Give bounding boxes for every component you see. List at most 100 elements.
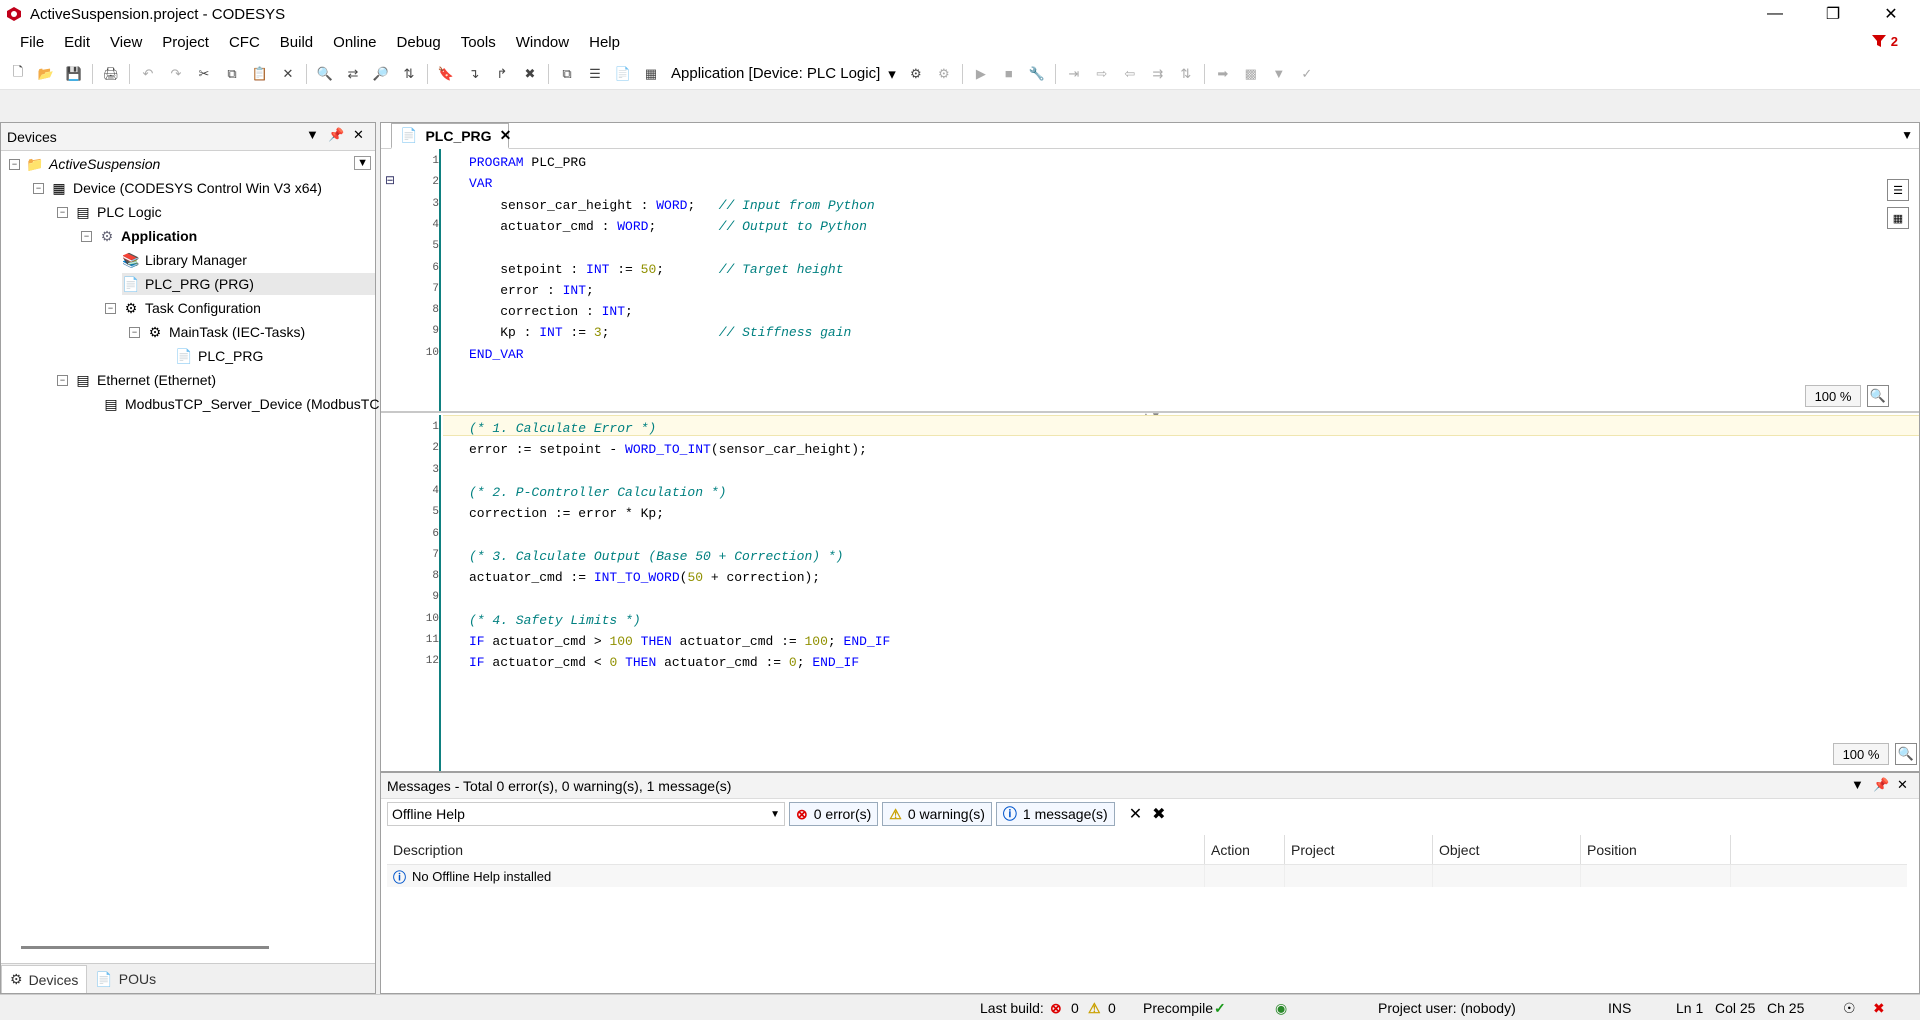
restore-button[interactable]: ❐ [1804, 0, 1862, 28]
run-to-cursor-icon[interactable]: ⇉ [1147, 63, 1169, 85]
menu-build[interactable]: Build [270, 28, 323, 58]
column-object[interactable]: Object [1433, 835, 1581, 864]
project-user-label[interactable]: Project user: (nobody) [1378, 1000, 1516, 1016]
menu-cfc[interactable]: CFC [219, 28, 270, 58]
collapse-icon[interactable]: − [105, 302, 116, 314]
new-file-icon[interactable]: 🗋 [7, 63, 29, 85]
write-values-icon[interactable]: ▩ [1240, 63, 1262, 85]
add-folder-icon[interactable]: ☰ [584, 63, 606, 85]
code-line[interactable]: Kp : INT := 3; // Stiffness gain [469, 322, 851, 343]
menu-online[interactable]: Online [323, 28, 386, 58]
collapse-icon[interactable]: − [81, 230, 92, 242]
tree-node-plc-prg-call[interactable]: 📄 PLC_PRG [175, 345, 263, 367]
declaration-editor[interactable]: ⊟ 1 PROGRAM PLC_PRG 2 VAR 3 sensor_car_heigh… [381, 149, 1919, 413]
previous-bookmark-icon[interactable]: ↱ [491, 63, 513, 85]
code-line[interactable]: PROGRAM PLC_PRG [469, 152, 586, 173]
tab-pous[interactable]: 📄 POUs [87, 965, 164, 993]
tree-node-plc-prg[interactable]: 📄 PLC_PRG (PRG) [122, 273, 375, 295]
next-bookmark-icon[interactable]: ↴ [463, 63, 485, 85]
find-in-project-icon[interactable]: 🔎 [370, 63, 392, 85]
find-icon[interactable]: 🔍 [314, 63, 336, 85]
close-pane-icon[interactable]: ✕ [353, 127, 364, 143]
replace-in-project-icon[interactable]: ⇅ [398, 63, 420, 85]
code-line[interactable]: IF actuator_cmd > 100 THEN actuator_cmd … [469, 631, 890, 652]
menu-tools[interactable]: Tools [451, 28, 506, 58]
add-object-icon[interactable]: ⧉ [556, 63, 578, 85]
menu-debug[interactable]: Debug [387, 28, 451, 58]
column-project[interactable]: Project [1285, 835, 1433, 864]
zoom-icon[interactable]: 🔍 [1867, 385, 1889, 407]
message-category-select[interactable]: Offline Help ▼ [387, 802, 785, 826]
code-line[interactable]: error := setpoint - WORD_TO_INT(sensor_c… [469, 439, 867, 460]
redo-icon[interactable]: ↷ [165, 63, 187, 85]
stop-icon[interactable]: ■ [998, 63, 1020, 85]
close-pane-icon[interactable]: ✕ [1897, 777, 1908, 793]
menu-edit[interactable]: Edit [54, 28, 100, 58]
code-line[interactable]: correction : INT; [469, 301, 633, 322]
shield-icon[interactable]: ☉ [1843, 1000, 1856, 1017]
declaration-zoom[interactable]: 100 % [1805, 385, 1861, 407]
force-values-icon[interactable]: ▼ [1268, 63, 1290, 85]
bookmark-icon[interactable]: 🔖 [435, 63, 457, 85]
tab-list-chevron-icon[interactable]: ▼ [1901, 128, 1913, 142]
code-line[interactable]: (* 4. Safety Limits *) [469, 610, 641, 631]
warnings-filter-button[interactable]: ⚠ 0 warning(s) [882, 802, 992, 826]
textual-view-icon[interactable]: ☰ [1887, 179, 1909, 201]
tree-node-task-configuration[interactable]: − ⚙ Task Configuration [105, 297, 261, 319]
alarm-indicator[interactable]: 2 [1871, 33, 1898, 49]
menu-help[interactable]: Help [579, 28, 630, 58]
collapse-icon[interactable]: − [57, 374, 68, 386]
code-line[interactable]: error : INT; [469, 280, 594, 301]
active-application-selector[interactable]: Application [Device: PLC Logic] ▾ [671, 65, 896, 83]
pane-menu-icon[interactable]: ▼ [1851, 777, 1864, 792]
calendar-icon[interactable]: ▦ [640, 63, 662, 85]
tabular-view-icon[interactable]: ▦ [1887, 207, 1909, 229]
replace-icon[interactable]: ⇄ [342, 63, 364, 85]
tab-plc-prg[interactable]: 📄 PLC_PRG ✕ [391, 123, 512, 149]
code-line[interactable]: sensor_car_height : WORD; // Input from … [469, 195, 875, 216]
code-line[interactable]: (* 2. P-Controller Calculation *) [469, 482, 726, 503]
code-line[interactable]: correction := error * Kp; [469, 503, 664, 524]
tree-node-project[interactable]: − 📁 ActiveSuspension ▼ [9, 153, 375, 175]
save-icon[interactable]: 💾 [63, 63, 85, 85]
logout-icon[interactable]: ⚙ [933, 63, 955, 85]
tree-node-application[interactable]: − ⚙ Application [81, 225, 197, 247]
precompile-label[interactable]: Precompile [1143, 1000, 1213, 1016]
menu-window[interactable]: Window [506, 28, 579, 58]
step-out-icon[interactable]: ⇦ [1119, 63, 1141, 85]
minimize-button[interactable]: — [1746, 0, 1804, 28]
code-line[interactable]: actuator_cmd : WORD; // Output to Python [469, 216, 867, 237]
code-line[interactable]: END_VAR [469, 344, 524, 365]
tree-node-maintask[interactable]: − ⚙ MainTask (IEC-Tasks) [129, 321, 305, 343]
disconnected-icon[interactable]: ✖ [1873, 1000, 1885, 1017]
set-next-statement-icon[interactable]: ⇅ [1175, 63, 1197, 85]
menu-view[interactable]: View [100, 28, 152, 58]
tree-node-plc-logic[interactable]: − ▤ PLC Logic [57, 201, 162, 223]
table-row[interactable]: ⓘ No Offline Help installed [387, 865, 1907, 887]
tree-node-modbus-server[interactable]: ▤ ModbusTCP_Server_Device (ModbusTC [102, 393, 379, 415]
tab-devices[interactable]: ⚙ Devices [1, 965, 88, 993]
code-line[interactable]: VAR [469, 173, 492, 194]
show-next-statement-icon[interactable]: ➡ [1212, 63, 1234, 85]
implementation-editor[interactable]: 1 (* 1. Calculate Error *) 2 error := setpo… [381, 415, 1919, 771]
code-line[interactable]: (* 3. Calculate Output (Base 50 + Correc… [469, 546, 843, 567]
column-position[interactable]: Position [1581, 835, 1731, 864]
close-tab-icon[interactable]: ✕ [500, 127, 512, 144]
errors-filter-button[interactable]: ⊗ 0 error(s) [789, 802, 879, 826]
implementation-zoom[interactable]: 100 % [1833, 743, 1889, 765]
properties-icon[interactable]: 📄 [612, 63, 634, 85]
code-line[interactable]: setpoint : INT := 50; // Target height [469, 259, 843, 280]
step-over-icon[interactable]: ⇥ [1063, 63, 1085, 85]
menu-file[interactable]: File [10, 28, 54, 58]
messages-filter-button[interactable]: ⓘ 1 message(s) [995, 802, 1115, 826]
unforce-values-icon[interactable]: ✓ [1296, 63, 1318, 85]
copy-icon[interactable]: ⧉ [221, 63, 243, 85]
collapse-icon[interactable]: − [9, 158, 20, 170]
collapse-icon[interactable]: − [57, 206, 68, 218]
menu-project[interactable]: Project [152, 28, 219, 58]
tree-node-library-manager[interactable]: 📚 Library Manager [122, 249, 247, 271]
collapse-icon[interactable]: − [129, 326, 140, 338]
pane-menu-icon[interactable]: ▼ [306, 127, 319, 142]
clear-messages-icon[interactable]: ✕ [1129, 804, 1142, 824]
code-line[interactable]: (* 1. Calculate Error *) [469, 418, 656, 439]
